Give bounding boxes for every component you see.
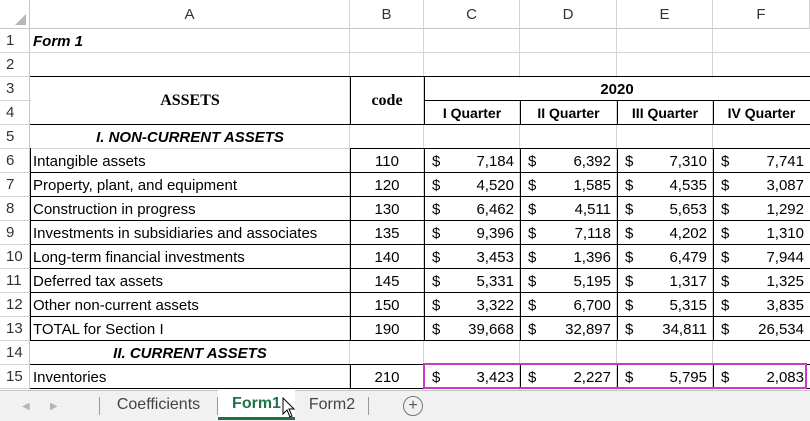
quarter-3-header[interactable]: III Quarter	[617, 101, 713, 125]
select-all-corner[interactable]	[0, 0, 30, 29]
tab-form2[interactable]: Form2	[296, 391, 368, 419]
scroll-tabs-left-icon[interactable]: ◀	[22, 401, 30, 412]
value-cell[interactable]: $1,325	[713, 269, 810, 293]
value-cell[interactable]: $6,700	[520, 293, 617, 317]
mouse-cursor-icon	[282, 397, 296, 418]
value-cell[interactable]: $7,741	[713, 149, 810, 173]
column-header-c[interactable]: C	[424, 0, 520, 29]
column-header-f[interactable]: F	[713, 0, 810, 29]
item-code[interactable]: 140	[350, 245, 424, 269]
tab-coefficients[interactable]: Coefficients	[100, 391, 217, 419]
value-cell[interactable]: $5,795	[617, 365, 713, 389]
total-value-cell[interactable]: $39,668	[424, 317, 520, 341]
value-cell[interactable]: $5,653	[617, 197, 713, 221]
item-code[interactable]: 150	[350, 293, 424, 317]
column-header-d[interactable]: D	[520, 0, 617, 29]
scroll-tabs-right-icon[interactable]: ▶	[50, 401, 58, 412]
value-cell[interactable]: $3,835	[713, 293, 810, 317]
value-cell[interactable]: $2,083	[713, 365, 810, 389]
value-cell[interactable]: $6,479	[617, 245, 713, 269]
item-code[interactable]: 210	[350, 365, 424, 389]
row-header[interactable]: 14	[0, 341, 30, 365]
value-cell[interactable]: $1,310	[713, 221, 810, 245]
value-cell[interactable]: $7,944	[713, 245, 810, 269]
row-header[interactable]: 13	[0, 317, 30, 341]
row-header[interactable]: 10	[0, 245, 30, 269]
total-section-1-label[interactable]: TOTAL for Section I	[30, 317, 350, 341]
item-name[interactable]: Other non-current assets	[30, 293, 350, 317]
quarter-1-header[interactable]: I Quarter	[424, 101, 520, 125]
value-cell[interactable]: $3,423	[424, 365, 520, 389]
total-value-cell[interactable]: $34,811	[617, 317, 713, 341]
column-header-b[interactable]: B	[350, 0, 424, 29]
total-value-cell[interactable]: $32,897	[520, 317, 617, 341]
value-cell[interactable]: $3,322	[424, 293, 520, 317]
value-cell[interactable]: $1,317	[617, 269, 713, 293]
item-name[interactable]: Deferred tax assets	[30, 269, 350, 293]
row-header[interactable]: 9	[0, 221, 30, 245]
item-code[interactable]: 130	[350, 197, 424, 221]
value-cell[interactable]: $7,184	[424, 149, 520, 173]
value-cell[interactable]: $1,396	[520, 245, 617, 269]
row-header[interactable]: 6	[0, 149, 30, 173]
value-cell[interactable]: $1,585	[520, 173, 617, 197]
item-name[interactable]: Intangible assets	[30, 149, 350, 173]
row-header[interactable]: 3	[0, 77, 30, 101]
value-cell[interactable]: $9,396	[424, 221, 520, 245]
code-header[interactable]: code	[350, 77, 424, 124]
value-cell[interactable]: $4,520	[424, 173, 520, 197]
add-sheet-button[interactable]: +	[403, 396, 423, 416]
item-code[interactable]: 190	[350, 317, 424, 341]
quarter-4-header[interactable]: IV Quarter	[713, 101, 810, 125]
row-header[interactable]: 4	[0, 101, 30, 125]
item-code[interactable]: 135	[350, 221, 424, 245]
value-cell[interactable]: $6,392	[520, 149, 617, 173]
item-code[interactable]: 110	[350, 149, 424, 173]
row-header[interactable]: 5	[0, 125, 30, 149]
row-header[interactable]: 8	[0, 197, 30, 221]
item-name[interactable]: Investments in subsidiaries and associat…	[30, 221, 350, 245]
section-1-heading[interactable]: I. NON-CURRENT ASSETS	[30, 125, 350, 149]
item-name[interactable]: Long-term financial investments	[30, 245, 350, 269]
value-cell[interactable]: $1,292	[713, 197, 810, 221]
year-header[interactable]: 2020	[424, 77, 810, 101]
column-header-e[interactable]: E	[617, 0, 713, 29]
item-code[interactable]: 145	[350, 269, 424, 293]
value-cell[interactable]: $4,202	[617, 221, 713, 245]
item-name[interactable]: Property, plant, and equipment	[30, 173, 350, 197]
row-header[interactable]: 7	[0, 173, 30, 197]
item-name[interactable]: Construction in progress	[30, 197, 350, 221]
quarter-2-header[interactable]: II Quarter	[520, 101, 617, 125]
total-value-cell[interactable]: $26,534	[713, 317, 810, 341]
row-header[interactable]: 1	[0, 29, 30, 53]
row-header[interactable]: 2	[0, 53, 30, 77]
value-cell[interactable]: $5,315	[617, 293, 713, 317]
value-cell[interactable]: $3,453	[424, 245, 520, 269]
value-cell[interactable]: $5,195	[520, 269, 617, 293]
value-cell[interactable]: $2,227	[520, 365, 617, 389]
form-title[interactable]: Form 1	[30, 29, 350, 53]
value-cell[interactable]: $4,511	[520, 197, 617, 221]
row-header[interactable]: 11	[0, 269, 30, 293]
value-cell[interactable]: $3,087	[713, 173, 810, 197]
row-header[interactable]: 15	[0, 365, 30, 389]
item-code[interactable]: 120	[350, 173, 424, 197]
value-cell[interactable]: $5,331	[424, 269, 520, 293]
spreadsheet-grid[interactable]: A B C D E F 1 2 3 4 5 6 7 8 9 10 11 12 1…	[0, 0, 810, 390]
column-header-a[interactable]: A	[30, 0, 350, 29]
item-name[interactable]: Inventories	[30, 365, 350, 389]
value-cell[interactable]: $7,310	[617, 149, 713, 173]
value-cell[interactable]: $6,462	[424, 197, 520, 221]
row-header[interactable]: 12	[0, 293, 30, 317]
assets-header[interactable]: ASSETS	[30, 77, 350, 124]
value-cell[interactable]: $4,535	[617, 173, 713, 197]
value-cell[interactable]: $7,118	[520, 221, 617, 245]
sheet-tab-bar: ◀ ▶ Coefficients Form1 Form2 +	[0, 390, 810, 421]
section-2-heading[interactable]: II. CURRENT ASSETS	[30, 341, 350, 365]
